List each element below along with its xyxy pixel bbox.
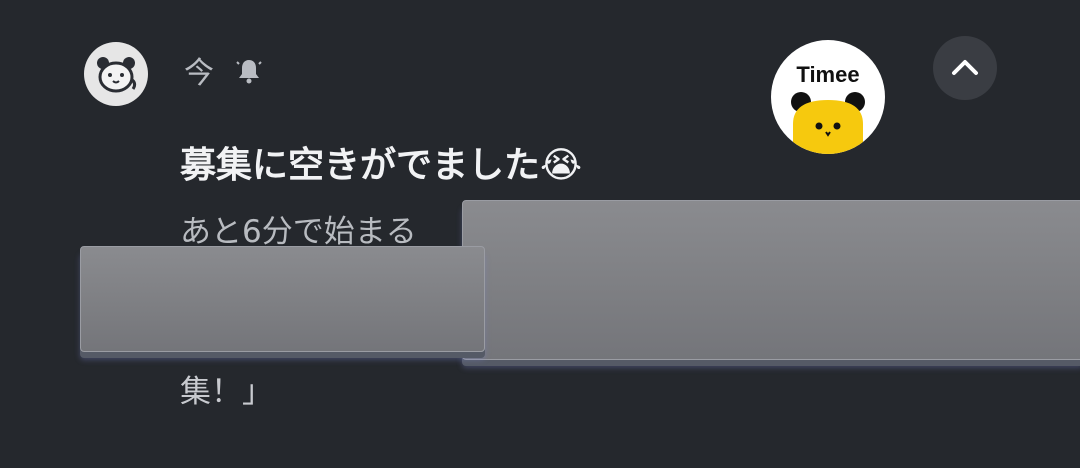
- sender-avatar: Timee: [771, 40, 885, 154]
- notification-card[interactable]: 今 Timee 募集に空きがでました😭 あと6分で始まる 集！」: [0, 0, 1080, 468]
- panda-face-icon: [84, 42, 148, 106]
- notification-body-line: 集！」: [180, 374, 273, 410]
- bell-icon: [234, 56, 264, 86]
- brand-name: Timee: [796, 62, 860, 87]
- collapse-button[interactable]: [933, 36, 997, 100]
- chevron-up-icon: [952, 60, 978, 75]
- timestamp: 今: [184, 56, 214, 91]
- yellow-panda-mascot-icon: [791, 92, 865, 154]
- notification-title: 募集に空きがでました😭: [180, 145, 583, 186]
- redaction-block: [80, 246, 485, 352]
- redaction-block: [462, 200, 1080, 360]
- notification-body-line: あと6分で始まる: [180, 214, 417, 250]
